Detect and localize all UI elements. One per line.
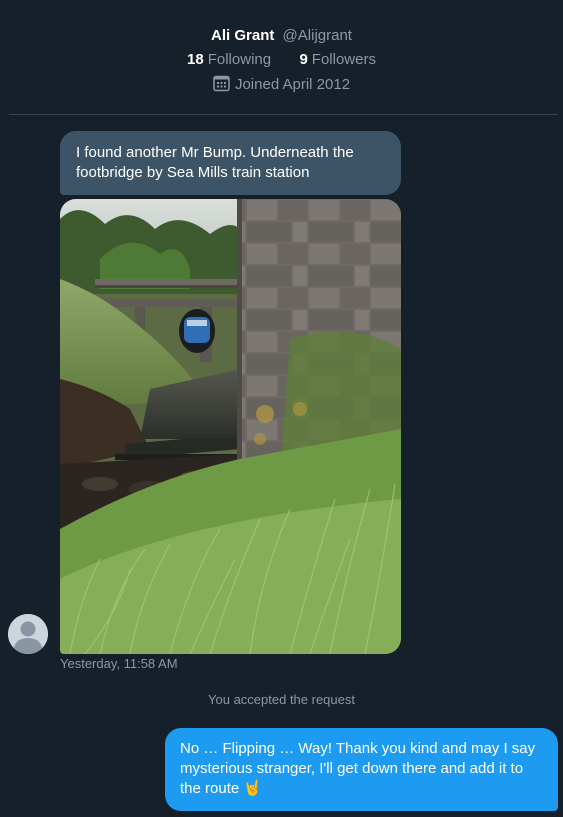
incoming-message-bubble[interactable]: I found another Mr Bump. Underneath the … xyxy=(60,131,401,195)
following-count: 18 xyxy=(187,51,204,68)
outgoing-message-bubble[interactable]: No … Flipping … Way! Thank you kind and … xyxy=(165,728,558,811)
message-timestamp: Yesterday, 11:58 AM xyxy=(60,656,178,671)
request-accepted-notice: You accepted the request xyxy=(208,692,355,707)
incoming-message-photo[interactable] xyxy=(60,199,401,654)
profile-name-line: Ali Grant @Alijgrant xyxy=(0,27,563,44)
profile-header: Ali Grant @Alijgrant 18 Following 9 Follow… xyxy=(0,0,563,115)
follow-stats: 18 Following 9 Followers xyxy=(0,51,563,68)
joined-text: Joined April 2012 xyxy=(234,76,351,93)
following-link[interactable]: 18 Following xyxy=(187,51,271,68)
sender-avatar[interactable] xyxy=(8,614,48,654)
followers-count: 9 xyxy=(299,51,308,68)
following-label: Following xyxy=(207,51,272,68)
followers-link[interactable]: 9 Followers xyxy=(299,51,376,68)
calendar-icon xyxy=(213,75,230,96)
joined-date: Joined April 2012 xyxy=(0,75,563,96)
default-avatar-icon xyxy=(8,614,48,654)
header-divider xyxy=(9,114,558,115)
followers-label: Followers xyxy=(311,51,376,68)
profile-display-name[interactable]: Ali Grant xyxy=(211,27,274,44)
profile-handle[interactable]: @Alijgrant xyxy=(283,27,352,44)
